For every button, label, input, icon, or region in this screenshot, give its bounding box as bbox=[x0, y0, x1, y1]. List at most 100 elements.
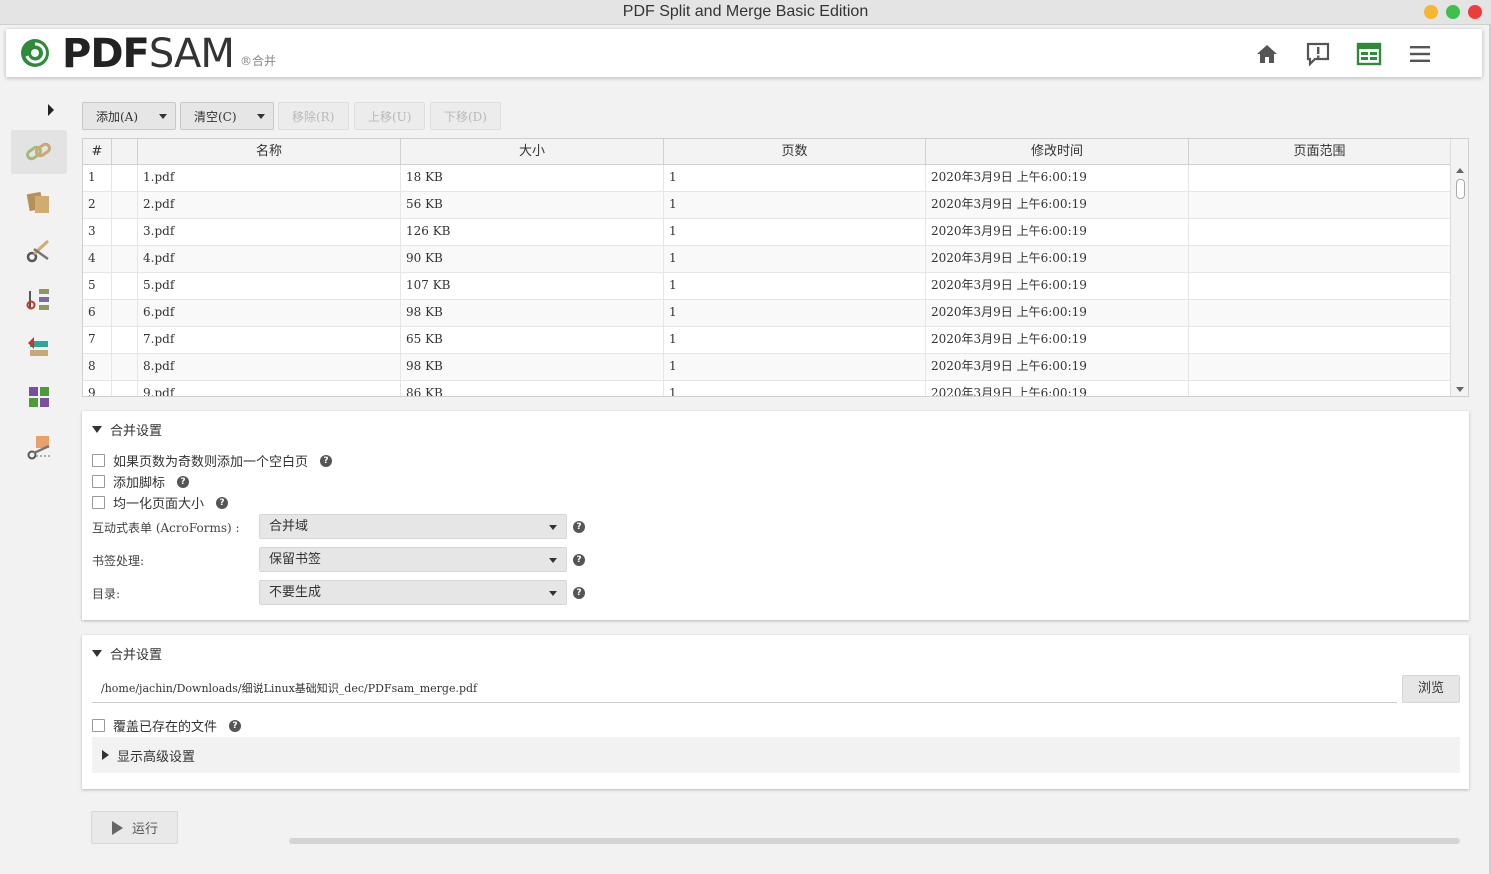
cell-page-range bbox=[1189, 219, 1451, 246]
acroforms-label: 互动式表单 (AcroForms) : bbox=[92, 521, 240, 535]
cell-index: 6 bbox=[83, 300, 112, 327]
normalize-checkbox[interactable] bbox=[92, 496, 105, 509]
move-down-button[interactable]: 下移(D) bbox=[430, 102, 501, 130]
extract-icon bbox=[29, 387, 49, 407]
cell-index: 7 bbox=[83, 327, 112, 354]
cell-index: 5 bbox=[83, 273, 112, 300]
cell-size: 86 KB bbox=[401, 381, 664, 396]
menu-icon[interactable] bbox=[1407, 41, 1433, 67]
help-icon[interactable]: ? bbox=[229, 719, 242, 732]
cell-modified: 2020年3月9日 上午6:00:19 bbox=[926, 381, 1189, 396]
cell-size: 126 KB bbox=[401, 219, 664, 246]
collapse-icon bbox=[92, 426, 102, 433]
help-icon[interactable]: ? bbox=[573, 587, 585, 599]
footer-checkbox[interactable] bbox=[92, 475, 105, 488]
help-icon[interactable]: ? bbox=[573, 554, 585, 566]
cell-modified: 2020年3月9日 上午6:00:19 bbox=[926, 165, 1189, 192]
remove-button[interactable]: 移除(R) bbox=[278, 102, 349, 130]
sidebar-item-split-by-size[interactable] bbox=[11, 425, 67, 469]
minimize-button[interactable] bbox=[1424, 5, 1438, 19]
run-button[interactable]: 运行 bbox=[91, 811, 178, 844]
table-row[interactable]: 9 9.pdf 86 KB 1 2020年3月9日 上午6:00:19 bbox=[83, 381, 1451, 396]
chevron-down-icon bbox=[257, 114, 265, 119]
table-scrollbar[interactable] bbox=[1450, 139, 1468, 396]
column-header-modified[interactable]: 修改时间 bbox=[926, 139, 1189, 165]
rotate-icon bbox=[28, 337, 48, 356]
cell-page-range bbox=[1189, 246, 1451, 273]
table-row[interactable]: 5 5.pdf 107 KB 1 2020年3月9日 上午6:00:19 bbox=[83, 273, 1451, 300]
cell-size: 65 KB bbox=[401, 327, 664, 354]
table-row[interactable]: 6 6.pdf 98 KB 1 2020年3月9日 上午6:00:19 bbox=[83, 300, 1451, 327]
browse-button[interactable]: 浏览 bbox=[1402, 675, 1460, 703]
sidebar-item-split-by-bookmarks[interactable] bbox=[11, 278, 67, 322]
cell-size: 98 KB bbox=[401, 300, 664, 327]
advanced-settings-toggle[interactable]: 显示高级设置 bbox=[92, 737, 1460, 773]
table-row[interactable]: 3 3.pdf 126 KB 1 2020年3月9日 上午6:00:19 bbox=[83, 219, 1451, 246]
play-icon bbox=[112, 820, 123, 835]
output-settings-header[interactable]: 合并设置 bbox=[92, 644, 162, 663]
overwrite-checkbox[interactable] bbox=[92, 719, 105, 732]
table-row[interactable]: 8 8.pdf 98 KB 1 2020年3月9日 上午6:00:19 bbox=[83, 354, 1451, 381]
column-header-icon[interactable] bbox=[112, 139, 138, 165]
column-header-page-range[interactable]: 页面范围 bbox=[1189, 139, 1451, 165]
blank-page-checkbox[interactable] bbox=[92, 454, 105, 467]
scrollbar-thumb[interactable] bbox=[1456, 179, 1465, 199]
cell-index: 4 bbox=[83, 246, 112, 273]
cell-icon bbox=[112, 381, 138, 396]
column-header-index[interactable]: # bbox=[83, 139, 112, 165]
help-icon[interactable]: ? bbox=[216, 496, 229, 509]
cell-name: 5.pdf bbox=[138, 273, 401, 300]
sidebar-item-split[interactable] bbox=[11, 228, 67, 272]
home-icon[interactable] bbox=[1254, 41, 1280, 67]
sidebar-expand-icon[interactable] bbox=[48, 104, 54, 116]
cell-name: 2.pdf bbox=[138, 192, 401, 219]
cell-name: 7.pdf bbox=[138, 327, 401, 354]
cell-icon bbox=[112, 354, 138, 381]
logo-text: PDFSAM bbox=[62, 31, 235, 77]
split-icon bbox=[26, 239, 50, 263]
dashboard-icon[interactable] bbox=[1356, 41, 1382, 67]
add-button[interactable]: 添加(A) bbox=[82, 102, 176, 130]
table-row[interactable]: 1 1.pdf 18 KB 1 2020年3月9日 上午6:00:19 bbox=[83, 165, 1451, 192]
bookmarks-select[interactable]: 保留书签 bbox=[259, 547, 567, 572]
feedback-icon[interactable] bbox=[1305, 41, 1331, 67]
overwrite-option[interactable]: 覆盖已存在的文件? bbox=[92, 716, 242, 735]
cell-page-range bbox=[1189, 300, 1451, 327]
maximize-button[interactable] bbox=[1446, 5, 1460, 19]
help-icon[interactable]: ? bbox=[177, 475, 190, 488]
help-icon[interactable]: ? bbox=[320, 454, 333, 467]
sidebar-item-merge[interactable] bbox=[11, 130, 67, 174]
cell-icon bbox=[112, 246, 138, 273]
close-button[interactable] bbox=[1468, 5, 1482, 19]
normalize-option[interactable]: 均一化页面大小? bbox=[92, 493, 229, 512]
blank-page-option[interactable]: 如果页数为奇数则添加一个空白页? bbox=[92, 451, 333, 470]
table-row[interactable]: 7 7.pdf 65 KB 1 2020年3月9日 上午6:00:19 bbox=[83, 327, 1451, 354]
column-header-pages[interactable]: 页数 bbox=[664, 139, 926, 165]
column-header-name[interactable]: 名称 bbox=[138, 139, 401, 165]
progress-bar bbox=[289, 838, 1460, 844]
cell-icon bbox=[112, 165, 138, 192]
cell-modified: 2020年3月9日 上午6:00:19 bbox=[926, 273, 1189, 300]
merge-settings-header[interactable]: 合并设置 bbox=[92, 420, 162, 439]
table-row[interactable]: 2 2.pdf 56 KB 1 2020年3月9日 上午6:00:19 bbox=[83, 192, 1451, 219]
expand-icon bbox=[102, 750, 109, 760]
scroll-down-icon[interactable] bbox=[1456, 387, 1464, 392]
help-icon[interactable]: ? bbox=[573, 521, 585, 533]
destination-path-input[interactable]: /home/jachin/Downloads/细说Linux基础知识_dec/P… bbox=[92, 675, 1397, 703]
acroforms-select[interactable]: 合并域 bbox=[259, 514, 567, 539]
sidebar-item-extract[interactable] bbox=[11, 375, 67, 419]
sidebar-item-alternate-mix[interactable] bbox=[11, 180, 67, 224]
scroll-up-icon[interactable] bbox=[1456, 168, 1464, 173]
toc-select[interactable]: 不要生成 bbox=[259, 580, 567, 605]
column-header-size[interactable]: 大小 bbox=[401, 139, 664, 165]
cell-name: 6.pdf bbox=[138, 300, 401, 327]
table-row[interactable]: 4 4.pdf 90 KB 1 2020年3月9日 上午6:00:19 bbox=[83, 246, 1451, 273]
clear-button[interactable]: 清空(C) bbox=[180, 102, 274, 130]
sidebar-item-rotate[interactable] bbox=[11, 326, 67, 370]
cell-name: 3.pdf bbox=[138, 219, 401, 246]
cell-modified: 2020年3月9日 上午6:00:19 bbox=[926, 246, 1189, 273]
footer-option[interactable]: 添加脚标? bbox=[92, 472, 190, 491]
move-up-button[interactable]: 上移(U) bbox=[354, 102, 425, 130]
collapse-icon bbox=[92, 650, 102, 657]
cell-icon bbox=[112, 273, 138, 300]
